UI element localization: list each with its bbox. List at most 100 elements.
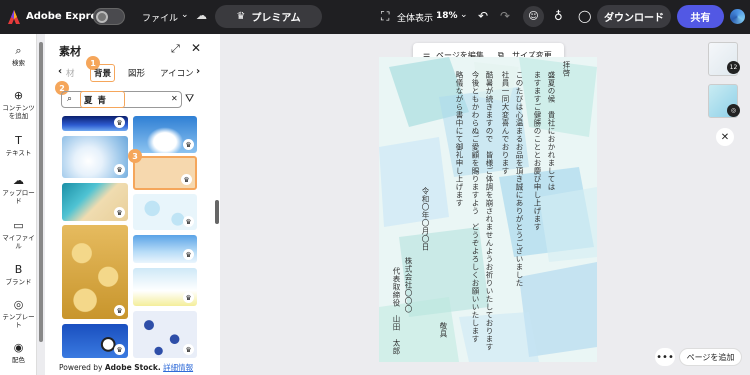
crown-icon: ♛: [114, 344, 125, 355]
panel-title: 素材: [59, 45, 81, 58]
adobe-express-logo[interactable]: [8, 10, 20, 24]
background-thumbnail[interactable]: ♛: [62, 183, 128, 221]
zoom-level[interactable]: 18%: [436, 11, 458, 21]
crown-icon: ♛: [236, 11, 246, 22]
chevron-left-icon[interactable]: ‹: [58, 66, 62, 77]
tab-icons[interactable]: アイコン: [160, 67, 194, 79]
left-nav-scrollbar[interactable]: [39, 42, 43, 342]
nav-label: アップロー ド: [2, 189, 35, 205]
letter-company[interactable]: 株式会社〇〇〇: [404, 257, 413, 313]
fullscreen-label[interactable]: 全体表示: [397, 11, 433, 24]
left-nav: ⌕ 検索 ⊕ コンテンツ を追加 T テキスト ☁ アップロー ド ▭ マイファイ ル B…: [0, 34, 37, 375]
letter-date[interactable]: 令和〇年〇月〇日: [421, 187, 430, 251]
user-avatar[interactable]: [730, 9, 745, 24]
nav-text[interactable]: T テキスト: [0, 134, 37, 157]
learn-more-link[interactable]: 詳細情報: [163, 363, 193, 372]
template-icon: ◎: [13, 298, 24, 311]
clear-icon[interactable]: ✕: [171, 94, 178, 103]
crown-icon: ♛: [114, 305, 125, 316]
panel-tabs: ‹ 材 背景 図形 アイコン ›: [55, 64, 205, 84]
letter-line[interactable]: 社員一同大変喜んでおります: [501, 71, 510, 175]
fullscreen-icon[interactable]: ⛶: [381, 9, 389, 24]
upload-cloud-icon: ☁: [13, 174, 24, 187]
nav-my-files[interactable]: ▭ マイファイ ル: [0, 219, 37, 250]
nav-upload[interactable]: ☁ アップロー ド: [0, 174, 37, 205]
chevron-down-icon[interactable]: ⌄: [181, 10, 189, 20]
nav-templates[interactable]: ◎ テンプレー ト: [0, 298, 37, 329]
letter-line[interactable]: このたびは心温まるお品を頂き誠にありがとうございました: [515, 71, 524, 287]
background-thumbnail[interactable]: ♛: [62, 116, 128, 131]
crown-icon: ♛: [183, 249, 194, 260]
more-options-button[interactable]: •••: [655, 348, 675, 366]
background-thumbnail-selected[interactable]: ♛: [133, 156, 197, 190]
search-field[interactable]: ⌕ 夏 青 ✕: [61, 91, 182, 108]
background-thumbnail[interactable]: ♛: [133, 268, 197, 306]
credit-brand: Adobe Stock.: [104, 363, 161, 372]
add-page-button[interactable]: ページを追加: [679, 348, 742, 366]
close-icon[interactable]: ✕: [191, 41, 201, 55]
nav-label: コンテンツ を追加: [2, 104, 35, 120]
assets-panel: 素材 ⤢ ✕ ‹ 材 背景 図形 アイコン › 1 2 ⌕ 夏 青 ✕ ⛛ ♛ …: [45, 34, 220, 375]
close-icon[interactable]: ✕: [716, 128, 734, 146]
folder-icon: ▭: [13, 219, 24, 232]
lightbulb-icon[interactable]: ♁: [554, 9, 563, 23]
tab-shapes[interactable]: 図形: [128, 67, 145, 79]
letter-line[interactable]: 今後ともかわらぬご愛顧を賜りますよう どうぞよろしくお願いいたします: [471, 71, 480, 343]
letter-signature[interactable]: 代表取締役 山田 太郎: [392, 267, 401, 355]
share-button[interactable]: 共有: [677, 5, 724, 28]
background-thumbnail[interactable]: ♛: [133, 116, 197, 153]
theme-toggle[interactable]: [93, 8, 125, 25]
expand-icon[interactable]: ⤢: [171, 42, 180, 56]
tab-materials[interactable]: 材: [66, 67, 75, 79]
crown-icon: ♛: [183, 292, 194, 303]
design-page[interactable]: 拝啓 盛夏の候 貴社におかれましては ますますご健勝のこととお慶び申し上げます …: [379, 57, 597, 362]
background-thumbnail[interactable]: ♛: [62, 136, 128, 178]
nav-add-content[interactable]: ⊕ コンテンツ を追加: [0, 89, 37, 120]
background-thumbnail[interactable]: ♛: [133, 235, 197, 263]
panel-scrollbar[interactable]: [215, 200, 219, 224]
letter-line[interactable]: 酷暑が続きますので 皆様ご体調を崩されませんようお祈りいたしております: [485, 71, 494, 351]
cloud-sync-icon[interactable]: ☁: [196, 9, 207, 22]
crown-icon: ♛: [183, 344, 194, 355]
premium-button[interactable]: ♛ プレミアム: [215, 5, 322, 28]
letter-line[interactable]: 盛夏の候 貴社におかれましては: [547, 71, 556, 191]
background-thumbnail[interactable]: ♛: [62, 324, 128, 358]
file-menu-button[interactable]: ファイル: [142, 11, 178, 24]
redo-icon[interactable]: ↷: [500, 9, 510, 23]
chevron-down-icon[interactable]: ⌄: [460, 10, 468, 20]
crown-icon: ♛: [181, 174, 192, 185]
nav-search[interactable]: ⌕ 検索: [0, 44, 37, 67]
toggle-knob: [96, 11, 108, 23]
comment-icon[interactable]: ◯: [578, 9, 591, 23]
collaborator-icon[interactable]: ☺: [523, 6, 544, 27]
letter-line[interactable]: 略儀ながら書中にて御礼申し上げます: [455, 71, 464, 207]
undo-icon[interactable]: ↶: [478, 9, 488, 23]
premium-label: プレミアム: [251, 13, 301, 24]
crown-icon: ♛: [114, 164, 125, 175]
search-icon: ⌕: [15, 44, 22, 57]
letter-line[interactable]: ますますご健勝のこととお慶び申し上げます: [533, 71, 542, 231]
plus-circle-icon: ⊕: [13, 89, 24, 102]
letter-closing[interactable]: 敬具: [439, 322, 448, 338]
crown-icon: ♛: [114, 117, 125, 128]
nav-label: ブランド: [5, 278, 32, 286]
background-thumbnail[interactable]: ♛: [133, 194, 197, 230]
text-icon: T: [15, 134, 22, 147]
stock-credit: Powered by Adobe Stock. 詳細情報: [59, 362, 193, 373]
chevron-right-icon[interactable]: ›: [196, 66, 200, 77]
palette-icon: ◉: [13, 341, 24, 354]
filter-icon[interactable]: ⛛: [185, 92, 194, 106]
callout-badge: 1: [86, 56, 100, 70]
background-thumbnail[interactable]: ♛: [62, 225, 128, 319]
download-button[interactable]: ダウンロード: [597, 5, 671, 28]
nav-label: テンプレー ト: [2, 313, 35, 329]
nav-label: 配色: [12, 356, 25, 364]
nav-color[interactable]: ◉ 配色: [0, 341, 37, 364]
search-input[interactable]: 夏 青: [80, 91, 125, 108]
nav-label: テキスト: [5, 149, 32, 157]
background-thumbnail[interactable]: ♛: [133, 311, 197, 358]
instagram-icon: ◎: [727, 104, 740, 117]
letter-line[interactable]: 拝啓: [562, 61, 571, 77]
nav-label: 検索: [12, 59, 25, 67]
nav-brand[interactable]: B ブランド: [0, 263, 37, 286]
